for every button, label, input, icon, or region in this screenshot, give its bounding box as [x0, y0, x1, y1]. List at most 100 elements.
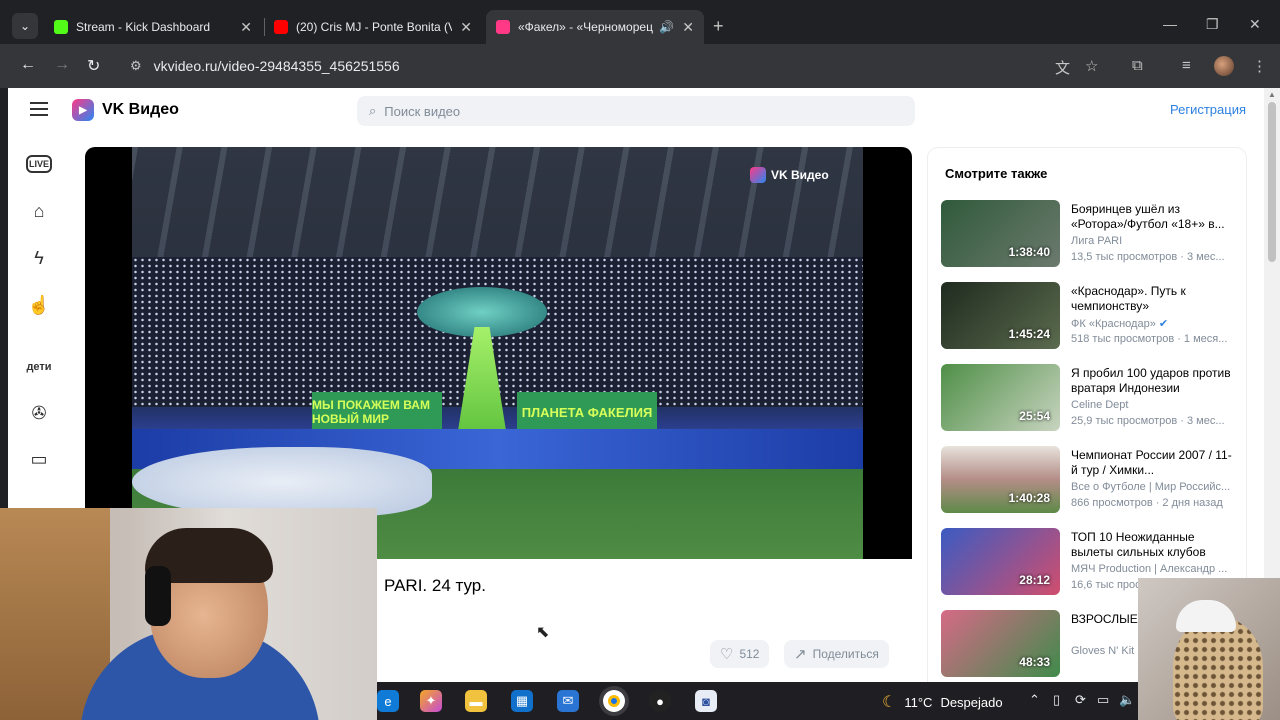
reload-icon[interactable]: ↻: [87, 56, 100, 76]
register-link[interactable]: Регистрация: [1170, 102, 1246, 117]
video-frame[interactable]: МЫ ПОКАЖЕМ ВАМ НОВЫЙ МИР ПЛАНЕТА ФАКЕЛИЯ…: [132, 147, 863, 559]
channel-name[interactable]: Все о Футболе | Мир Российс...: [1071, 481, 1233, 493]
edge-icon[interactable]: e: [377, 690, 399, 712]
youtube-favicon-icon: [274, 20, 288, 34]
video-thumbnail[interactable]: 1:40:28: [941, 446, 1060, 513]
kick-favicon-icon: [54, 20, 68, 34]
usb-icon[interactable]: ▯: [1053, 692, 1060, 708]
home-icon[interactable]: ⌂: [26, 198, 52, 224]
new-tab-button[interactable]: +: [713, 16, 724, 37]
duration-badge: 28:12: [1019, 573, 1050, 587]
network-icon[interactable]: ▭: [1097, 692, 1109, 708]
live-icon[interactable]: LIVE: [26, 155, 52, 173]
tv-icon[interactable]: ▭: [26, 446, 52, 472]
vk-watermark: VK Видео: [750, 167, 829, 183]
mouse-cursor-icon: ⬉: [536, 624, 550, 641]
related-video-title[interactable]: «Краснодар». Путь к чемпионству»: [1071, 284, 1233, 314]
close-icon[interactable]: ✕: [240, 19, 252, 36]
translate-icon[interactable]: 文: [1055, 57, 1070, 78]
copilot-icon[interactable]: ✦: [420, 690, 442, 712]
vk-video-logo[interactable]: ▶ VK Видео: [72, 99, 179, 121]
channel-name[interactable]: Celine Dept: [1071, 399, 1233, 411]
related-video-title[interactable]: Я пробил 100 ударов против вратаря Индон…: [1071, 366, 1233, 396]
address-bar[interactable]: ⚙ vkvideo.ru/video-29484355_456251556: [118, 50, 1040, 82]
webcam-overlay: [0, 508, 377, 720]
bookmark-star-icon[interactable]: ☆: [1085, 57, 1098, 75]
weather-widget[interactable]: ☾ 11°C Despejado: [882, 692, 1003, 712]
hand-icon[interactable]: ☝: [26, 292, 52, 318]
related-video-item[interactable]: 1:40:28 Чемпионат России 2007 / 11-й тур…: [941, 446, 1241, 514]
video-thumbnail[interactable]: 25:54: [941, 364, 1060, 431]
sync-icon[interactable]: ⟳: [1075, 692, 1086, 708]
volume-icon[interactable]: 🔈: [1119, 692, 1135, 708]
like-button[interactable]: ♡ 512: [710, 640, 770, 668]
tab-vk-video[interactable]: «Факел» - «Черноморец» 🔊 ✕: [486, 10, 704, 44]
minimize-icon[interactable]: —: [1163, 16, 1177, 32]
tab-title: «Факел» - «Черноморец»: [518, 20, 654, 34]
audio-playing-icon[interactable]: 🔊: [659, 20, 674, 34]
close-window-icon[interactable]: ✕: [1249, 16, 1261, 33]
cat-cap: [1176, 600, 1236, 632]
hamburger-menu-icon[interactable]: [30, 102, 48, 116]
more-menu-icon[interactable]: ⋮: [1252, 57, 1267, 75]
video-meta: 13,5 тыс просмотров · 3 мес...: [1071, 251, 1225, 263]
video-thumbnail[interactable]: 1:38:40: [941, 200, 1060, 267]
vk-play-icon: ▶: [72, 99, 94, 121]
video-meta: 518 тыс просмотров · 1 меся...: [1071, 333, 1228, 345]
close-icon[interactable]: ✕: [460, 19, 472, 36]
related-video-title[interactable]: Чемпионат России 2007 / 11-й тур / Химки…: [1071, 448, 1233, 478]
stadium-roof: [132, 147, 863, 257]
duration-badge: 1:45:24: [1008, 327, 1050, 341]
site-info-icon[interactable]: ⚙: [130, 58, 142, 74]
channel-name-text: ФК «Краснодар»: [1071, 318, 1156, 330]
video-thumbnail[interactable]: 48:33: [941, 610, 1060, 677]
browser-tabstrip: ⌄ Stream - Kick Dashboard ✕ (20) Cris MJ…: [0, 0, 1280, 50]
restore-icon[interactable]: ❐: [1206, 16, 1219, 33]
store-icon[interactable]: ▦: [511, 690, 533, 712]
channel-name[interactable]: ФК «Краснодар» ✔: [1071, 317, 1233, 330]
media-controls-icon[interactable]: ≡: [1182, 57, 1191, 74]
related-video-item[interactable]: 1:45:24 «Краснодар». Путь к чемпионству»…: [941, 282, 1241, 350]
cat-camera-overlay: [1138, 578, 1280, 720]
kids-icon[interactable]: дети: [26, 354, 52, 380]
tab-kick-dashboard[interactable]: Stream - Kick Dashboard ✕: [44, 10, 262, 44]
chrome-icon[interactable]: [603, 690, 625, 712]
share-button[interactable]: ↗ Поделиться: [784, 640, 889, 668]
browser-toolbar: ← → ↻ ⚙ vkvideo.ru/video-29484355_456251…: [0, 44, 1280, 88]
chevron-up-icon[interactable]: ⌃: [1029, 692, 1040, 708]
profile-avatar[interactable]: [1214, 56, 1234, 76]
related-title: Смотрите также: [945, 166, 1048, 181]
forward-icon[interactable]: →: [54, 56, 70, 74]
verified-check-icon: ✔: [1158, 318, 1169, 330]
video-thumbnail[interactable]: 28:12: [941, 528, 1060, 595]
tab-search-button[interactable]: ⌄: [12, 13, 38, 39]
film-reel-icon[interactable]: ✇: [26, 400, 52, 426]
tifo-banner-right: ПЛАНЕТА ФАКЕЛИЯ: [517, 392, 657, 432]
close-icon[interactable]: ✕: [682, 19, 694, 36]
headset-icon: [145, 566, 171, 626]
file-explorer-icon[interactable]: ▬: [465, 690, 487, 712]
leopard-cat: [1173, 618, 1263, 720]
windows-taskbar: e ✦ ▬ ▦ ✉ ● ◙ ☾ 11°C Despejado ⌃ ▯ ⟳ ▭ 🔈: [377, 682, 1138, 720]
related-video-title[interactable]: Бояринцев ушёл из «Ротора»/Футбол «18+» …: [1071, 202, 1233, 232]
obs-icon[interactable]: ●: [649, 690, 671, 712]
search-input[interactable]: ⌕ Поиск видео: [357, 96, 915, 126]
channel-name[interactable]: Лига PARI: [1071, 235, 1233, 247]
app-icon[interactable]: ◙: [695, 690, 717, 712]
extensions-icon[interactable]: ⧉: [1132, 57, 1143, 74]
tab-title: Stream - Kick Dashboard: [76, 20, 211, 34]
scrollbar-thumb[interactable]: [1268, 102, 1276, 262]
related-video-title[interactable]: ТОП 10 Неожиданные вылеты сильных клубов: [1071, 530, 1233, 560]
video-player[interactable]: МЫ ПОКАЖЕМ ВАМ НОВЫЙ МИР ПЛАНЕТА ФАКЕЛИЯ…: [85, 147, 912, 559]
scroll-up-icon[interactable]: ▲: [1268, 90, 1276, 99]
related-video-item[interactable]: 1:38:40 Бояринцев ушёл из «Ротора»/Футбо…: [941, 200, 1241, 268]
related-video-item[interactable]: 25:54 Я пробил 100 ударов против вратаря…: [941, 364, 1241, 432]
back-icon[interactable]: ←: [20, 56, 36, 74]
video-thumbnail[interactable]: 1:45:24: [941, 282, 1060, 349]
video-title: PARI. 24 тур.: [384, 576, 486, 595]
outlook-icon[interactable]: ✉: [557, 690, 579, 712]
tab-youtube[interactable]: (20) Cris MJ - Ponte Bonita (Vis ✕: [264, 10, 482, 44]
like-count: 512: [739, 647, 760, 661]
lightning-icon[interactable]: ϟ: [26, 245, 52, 271]
channel-name[interactable]: МЯЧ Production | Александр ...: [1071, 563, 1233, 575]
